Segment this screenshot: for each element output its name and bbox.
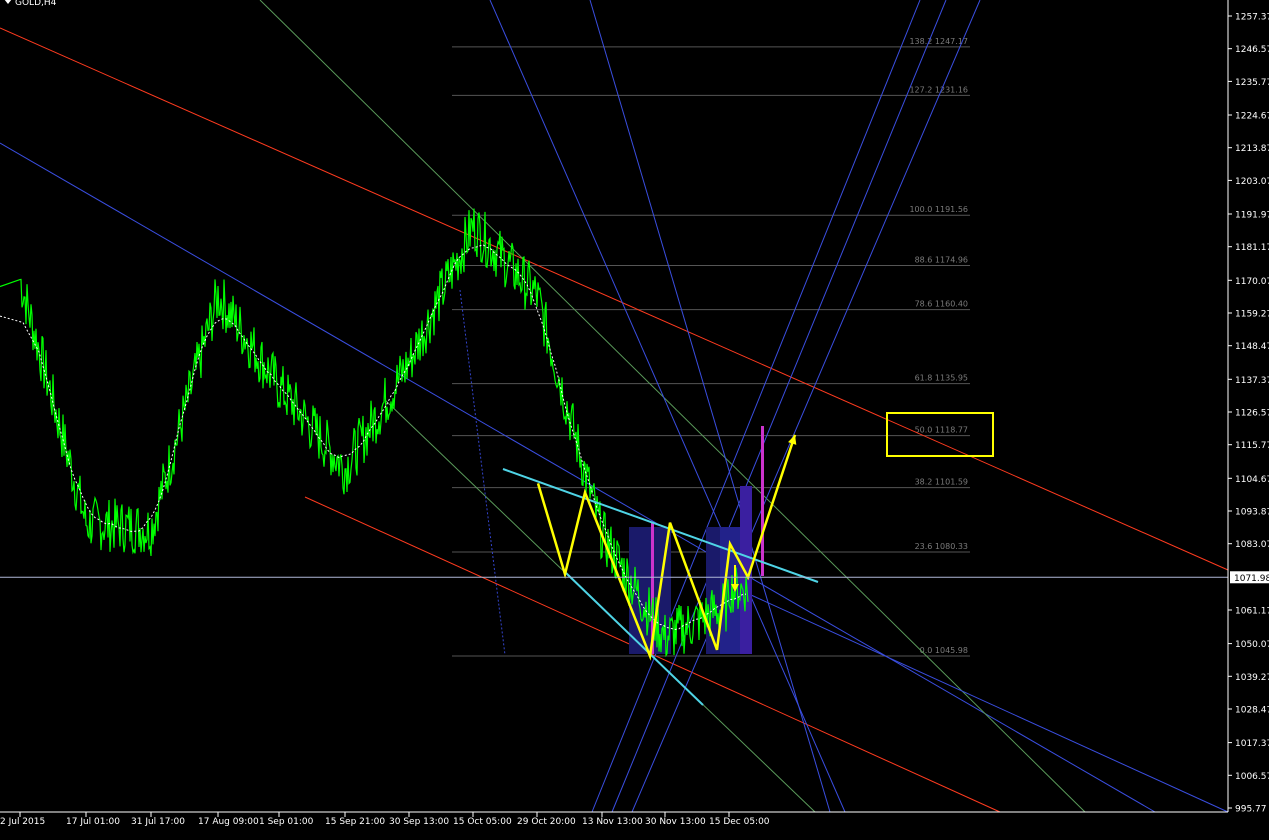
fib-label: 100.0 1191.56	[909, 205, 968, 214]
axes: 1257.37 1246.57 1235.77 1224.67 1213.87 1203.…	[0, 0, 1269, 827]
y-tick-label: 1203.07	[1235, 177, 1269, 187]
fib-label: 23.6 1080.33	[915, 542, 968, 551]
volume-bar	[761, 426, 764, 576]
fib-label: 138.2 1247.17	[909, 37, 968, 46]
y-tick-label: 1224.67	[1235, 112, 1269, 122]
volume-profile	[629, 426, 764, 654]
fan-line	[631, 0, 981, 813]
y-tick-label: 1213.87	[1235, 144, 1269, 154]
y-tick-label: 1246.57	[1235, 45, 1269, 55]
fib-label: 61.8 1135.95	[915, 374, 968, 383]
y-tick-label: 1170.07	[1235, 277, 1269, 287]
y-tick-label: 1137.37	[1235, 376, 1269, 386]
x-tick-label: 30 Nov 13:00	[645, 817, 706, 827]
x-tick-label: 17 Jul 01:00	[66, 817, 120, 827]
x-tick-label: 29 Oct 20:00	[517, 817, 576, 827]
fan-line	[611, 0, 947, 813]
x-tick-label: 2 Jul 2015	[0, 817, 45, 827]
y-tick-label: 1159.27	[1235, 310, 1269, 320]
price-line	[0, 208, 749, 658]
y-tick-label: 1257.37	[1235, 13, 1269, 23]
current-price-label: 1071.98	[1234, 574, 1269, 584]
y-tick-label: 1191.97	[1235, 211, 1269, 221]
fib-label: 88.6 1174.96	[915, 255, 968, 264]
x-tick-label: 30 Sep 13:00	[389, 817, 449, 827]
channel-upper-line	[0, 27, 1229, 571]
x-tick-label: 15 Dec 05:00	[709, 817, 770, 827]
fan-line	[489, 0, 846, 813]
dotted-trendline	[459, 289, 506, 656]
x-tick-label: 13 Nov 13:00	[582, 817, 643, 827]
fan-line	[591, 0, 921, 813]
fib-label: 0.0 1045.98	[920, 646, 968, 655]
y-tick-label: 1006.57	[1235, 772, 1269, 782]
y-tick-label: 1104.67	[1235, 475, 1269, 485]
y-tick-label: 1028.47	[1235, 706, 1269, 716]
y-tick-label: 1017.37	[1235, 739, 1269, 749]
x-tick-label: 31 Jul 17:00	[131, 817, 185, 827]
fib-label: 127.2 1231.16	[909, 85, 968, 94]
y-tick-label: 1093.87	[1235, 508, 1269, 518]
fib-label: 38.2 1101.59	[915, 478, 968, 487]
chart-title: GOLD,H4	[4, 0, 56, 8]
y-tick-label: 1061.17	[1235, 607, 1269, 617]
fan-line	[739, 589, 1229, 813]
target-arrow-icon	[788, 434, 797, 445]
price-series	[0, 208, 749, 658]
y-tick-label: 1050.07	[1235, 640, 1269, 650]
y-tick-label: 1235.77	[1235, 78, 1269, 88]
chart-canvas: 0.0 1045.98 23.6 1080.33 38.2 1101.59 50.0 …	[0, 0, 1269, 827]
fan-line	[589, 0, 831, 813]
y-tick-label: 1148.47	[1235, 342, 1269, 352]
x-tick-label: 15 Sep 21:00	[325, 817, 385, 827]
y-tick-label: 1083.07	[1235, 540, 1269, 550]
y-tick-label: 1126.57	[1235, 409, 1269, 419]
y-tick-label: 1181.17	[1235, 243, 1269, 253]
dropdown-triangle-icon[interactable]	[4, 0, 12, 4]
fib-label: 78.6 1160.40	[915, 300, 968, 309]
x-tick-label: 1 Sep 01:00	[259, 817, 314, 827]
y-tick-label: 1039.27	[1235, 673, 1269, 683]
channel-mid-line	[0, 142, 1156, 813]
y-tick-label: 1115.77	[1235, 441, 1269, 451]
x-tick-label: 15 Oct 05:00	[453, 817, 512, 827]
y-tick-label: 995.77	[1235, 805, 1267, 815]
x-tick-label: 17 Aug 09:00	[198, 817, 259, 827]
chart: 0.0 1045.98 23.6 1080.33 38.2 1101.59 50.0 …	[0, 0, 1269, 836]
fib-label: 50.0 1118.77	[915, 426, 968, 435]
